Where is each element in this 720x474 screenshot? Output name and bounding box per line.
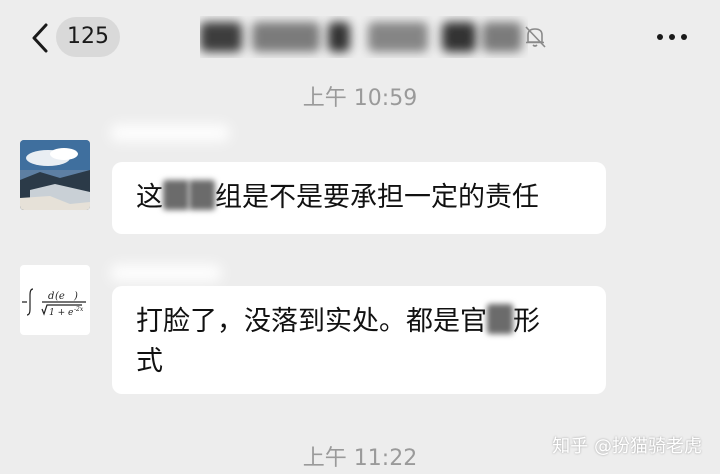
message-text: 这 — [136, 182, 163, 213]
sender-name-redacted — [110, 264, 222, 282]
redacted-text — [189, 180, 215, 210]
redacted-text — [487, 304, 513, 334]
message-line: 打脸了，没落到实处。都是官形 — [136, 302, 582, 342]
message-text: 形 — [513, 306, 540, 337]
message-text: 组是不是要承担一定的责任 — [215, 182, 539, 213]
formula-avatar-icon[interactable]: d (e ) 1 + e -2x — [20, 265, 90, 335]
watermark-text: 知乎 @扮猫骑老虎 — [552, 436, 702, 457]
back-chevron-icon[interactable] — [24, 20, 60, 56]
more-dots-icon[interactable] — [652, 27, 692, 47]
chat-title-redacted — [200, 16, 528, 58]
sender-name-redacted — [110, 124, 230, 142]
svg-text:-2x: -2x — [74, 306, 84, 313]
landscape-avatar-icon[interactable] — [20, 140, 90, 210]
unread-count-badge[interactable]: 125 — [56, 17, 120, 57]
svg-text:): ) — [73, 291, 78, 302]
message-bubble[interactable]: 这 组是不是要承担一定的责任 — [112, 162, 606, 234]
message-bubble[interactable]: 打脸了，没落到实处。都是官形 式 — [112, 286, 606, 394]
svg-text:d: d — [48, 291, 54, 302]
timestamp: 上午 10:59 — [302, 86, 418, 111]
redacted-text — [163, 180, 189, 210]
svg-text:1 + e: 1 + e — [49, 308, 73, 318]
svg-text:(e: (e — [55, 291, 65, 302]
chat-header: 125 — [0, 0, 720, 76]
message-text: 打脸了，没落到实处。都是官 — [136, 306, 487, 337]
mute-bell-icon — [525, 26, 546, 48]
message-line: 式 — [136, 346, 163, 377]
